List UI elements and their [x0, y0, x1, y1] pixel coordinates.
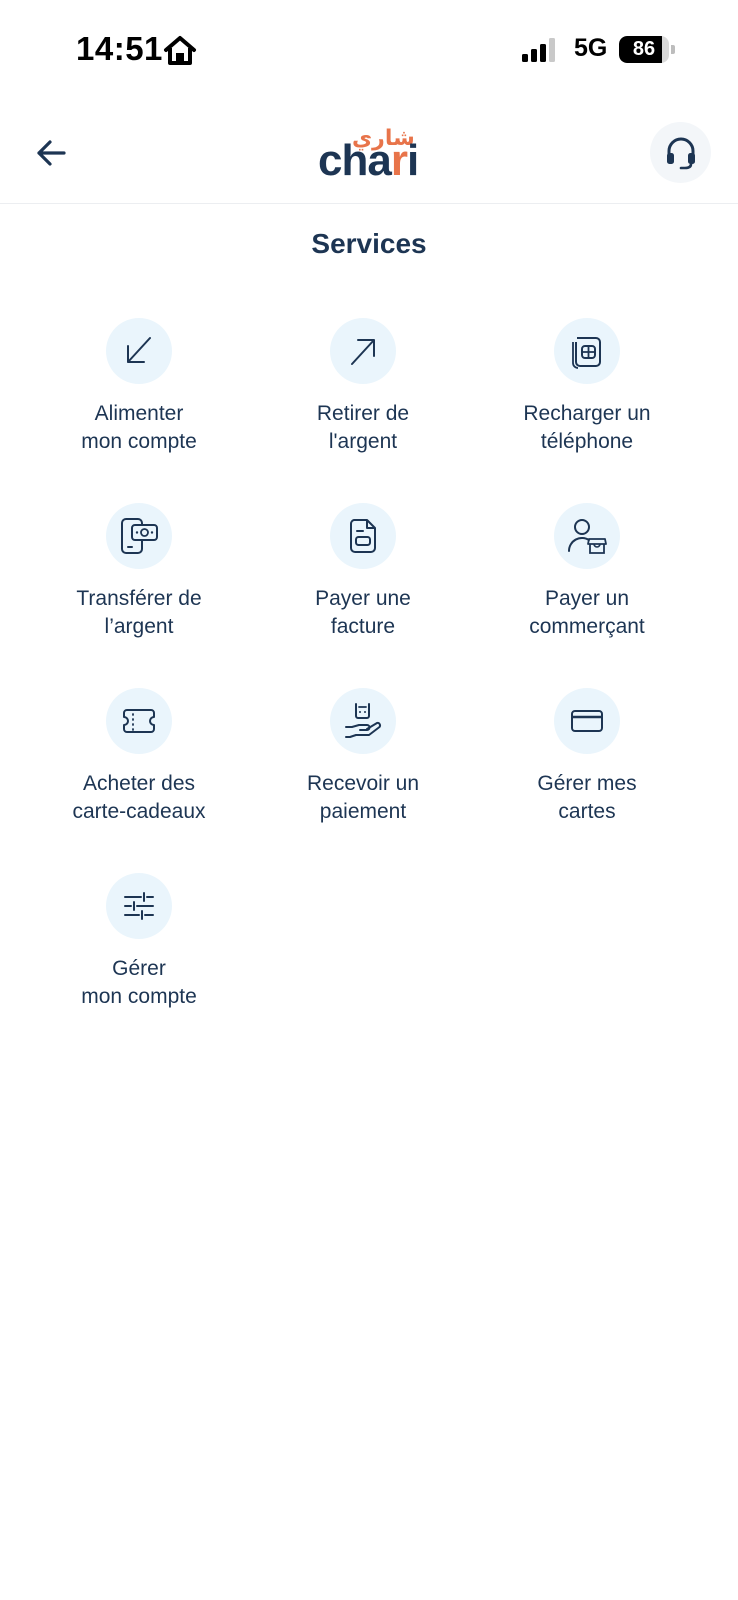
service-icon-wrapper — [106, 873, 172, 939]
logo-latin-text: chari — [318, 136, 419, 186]
sim-card-icon — [572, 337, 601, 369]
settings-sliders-icon — [124, 892, 154, 920]
network-label: 5G — [574, 34, 608, 62]
service-acheter-cartes-cadeaux[interactable]: Acheter des carte-cadeaux — [24, 688, 254, 858]
service-recharger-telephone[interactable]: Recharger un téléphone — [472, 318, 702, 488]
service-icon-wrapper — [330, 318, 396, 384]
service-icon-wrapper — [106, 688, 172, 754]
arrow-left-icon — [37, 140, 66, 166]
service-gerer-cartes[interactable]: Gérer mes cartes — [472, 688, 702, 858]
service-icon-wrapper — [106, 503, 172, 569]
service-gerer-compte[interactable]: Gérer mon compte — [24, 873, 254, 1043]
service-label: Gérer mes cartes — [537, 772, 637, 823]
service-icon-wrapper — [554, 688, 620, 754]
status-time: 14:51 — [76, 30, 163, 67]
service-retirer-argent[interactable]: Retirer de l'argent — [248, 318, 478, 488]
status-bar: 14:51 5G 86 — [0, 0, 738, 100]
service-recevoir-paiement[interactable]: Recevoir un paiement — [248, 688, 478, 858]
home-icon — [164, 36, 196, 65]
service-payer-commercant[interactable]: Payer un commerçant — [472, 503, 702, 673]
service-icon-wrapper — [554, 318, 620, 384]
service-icon-wrapper — [106, 318, 172, 384]
receive-payment-icon — [345, 703, 382, 738]
service-label: Alimenter mon compte — [81, 402, 197, 453]
service-label: Payer une facture — [315, 587, 411, 638]
battery-indicator: 86 — [619, 36, 675, 63]
service-icon-wrapper — [330, 688, 396, 754]
phone-money-icon — [121, 518, 158, 554]
merchant-icon — [567, 519, 607, 554]
logo-latin-r: r — [390, 136, 408, 185]
service-label: Payer un commerçant — [529, 587, 645, 638]
arrow-down-left-icon — [127, 337, 151, 363]
invoice-icon — [350, 519, 376, 553]
battery-cap — [671, 45, 675, 54]
service-icon-wrapper — [330, 503, 396, 569]
signal-icon — [522, 38, 555, 62]
logo-latin-i: i — [406, 136, 419, 185]
chari-logo: شاري chari — [318, 126, 422, 185]
service-payer-facture[interactable]: Payer une facture — [248, 503, 478, 673]
battery-level: 86 — [632, 38, 656, 60]
arrow-up-right-icon — [351, 339, 375, 365]
service-transferer-argent[interactable]: Transférer de l’argent — [24, 503, 254, 673]
page-title: Services — [311, 228, 427, 259]
service-label: Gérer mon compte — [81, 957, 197, 1008]
app-header: شاري chari — [0, 100, 738, 204]
service-alimenter-compte[interactable]: Alimenter mon compte — [24, 318, 254, 488]
service-label: Transférer de l’argent — [76, 587, 202, 638]
service-label: Recharger un téléphone — [523, 402, 651, 453]
credit-card-icon — [571, 710, 603, 732]
gift-card-icon — [123, 709, 155, 733]
headset-icon — [666, 137, 695, 169]
service-label: Retirer de l'argent — [316, 402, 410, 453]
service-icon-wrapper — [554, 503, 620, 569]
service-label: Acheter des carte-cadeaux — [72, 772, 206, 823]
back-button[interactable] — [30, 132, 72, 174]
service-label: Recevoir un paiement — [306, 772, 420, 823]
logo-latin-main: cha — [318, 136, 392, 185]
support-button[interactable] — [650, 122, 711, 183]
